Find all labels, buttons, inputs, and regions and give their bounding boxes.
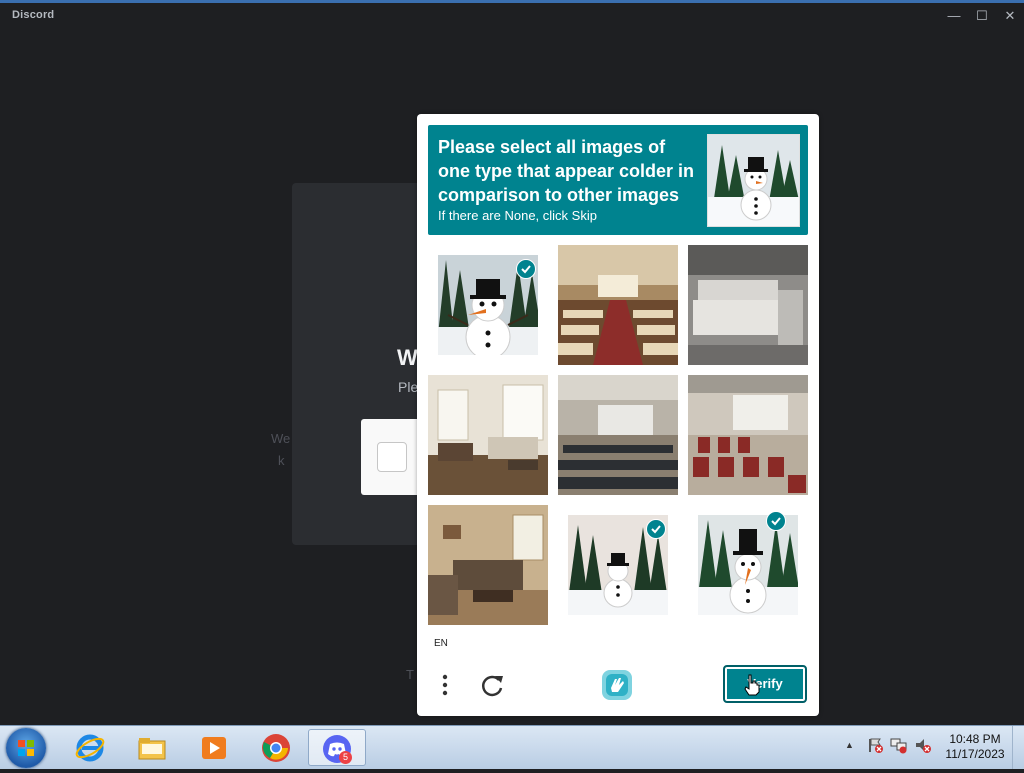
conference-room-image	[688, 375, 808, 495]
close-button[interactable]: ✕	[996, 6, 1024, 26]
system-clock[interactable]: 10:48 PM 11/17/2023	[940, 732, 1010, 762]
menu-icon[interactable]	[435, 670, 455, 700]
minimize-button[interactable]: —	[940, 6, 968, 26]
start-orb-icon[interactable]	[6, 728, 46, 768]
conference-hall-image	[558, 245, 678, 365]
file-explorer-icon[interactable]	[124, 729, 180, 766]
image-tile[interactable]	[428, 375, 548, 495]
image-tile[interactable]	[688, 245, 808, 365]
refresh-icon[interactable]	[477, 670, 507, 700]
prompt-subtitle: If there are None, click Skip	[438, 208, 597, 223]
seminar-room-image	[558, 375, 678, 495]
checkmark-icon	[516, 259, 536, 279]
example-image	[707, 134, 800, 227]
card-text: k	[278, 453, 285, 468]
sofa-room-image	[688, 245, 808, 365]
image-tile[interactable]	[428, 245, 548, 365]
checkmark-icon	[646, 519, 666, 539]
language-selector[interactable]: EN	[434, 638, 448, 649]
taskbar: 5 ▲ 10:48 PM 11/17/2023	[0, 725, 1024, 769]
card-footer-text: T	[406, 667, 414, 682]
app-title: Discord	[12, 9, 55, 21]
checkmark-icon	[766, 511, 786, 531]
image-tile[interactable]	[688, 505, 808, 625]
clock-date: 11/17/2023	[945, 747, 1005, 761]
living-room-image	[428, 505, 548, 625]
living-room-image	[428, 375, 548, 495]
card-subtitle: Ple	[398, 379, 419, 395]
show-hidden-icons-icon[interactable]: ▲	[845, 740, 854, 750]
image-tile[interactable]	[558, 375, 678, 495]
prompt-title: Please select all images of one type tha…	[438, 137, 695, 205]
titlebar: Discord — ☐ ✕	[0, 3, 1024, 27]
hcaptcha-logo-icon	[600, 668, 634, 702]
discord-taskbar-button[interactable]: 5	[308, 729, 366, 766]
show-desktop-button[interactable]	[1012, 726, 1024, 769]
hcaptcha-checkbox[interactable]	[377, 442, 407, 472]
network-icon[interactable]	[890, 736, 908, 754]
verify-button[interactable]: Verify	[723, 665, 807, 703]
chrome-icon[interactable]	[248, 729, 304, 766]
internet-explorer-icon[interactable]	[62, 729, 118, 766]
hand-cursor-icon	[744, 674, 760, 701]
action-center-flag-icon[interactable]	[866, 736, 884, 754]
hcaptcha-challenge: Please select all images of one type tha…	[417, 114, 819, 716]
challenge-prompt: Please select all images of one type tha…	[428, 125, 808, 235]
image-tile[interactable]	[688, 375, 808, 495]
image-tile[interactable]	[428, 505, 548, 625]
image-tile[interactable]	[558, 505, 678, 625]
clock-time: 10:48 PM	[949, 732, 1001, 746]
image-tile[interactable]	[558, 245, 678, 365]
notification-badge: 5	[339, 751, 352, 764]
card-text: We	[271, 431, 291, 446]
maximize-button[interactable]: ☐	[968, 6, 996, 26]
media-player-icon[interactable]	[186, 729, 242, 766]
volume-muted-icon[interactable]	[914, 736, 932, 754]
card-heading: W	[397, 345, 418, 370]
snowman-image	[698, 515, 798, 615]
